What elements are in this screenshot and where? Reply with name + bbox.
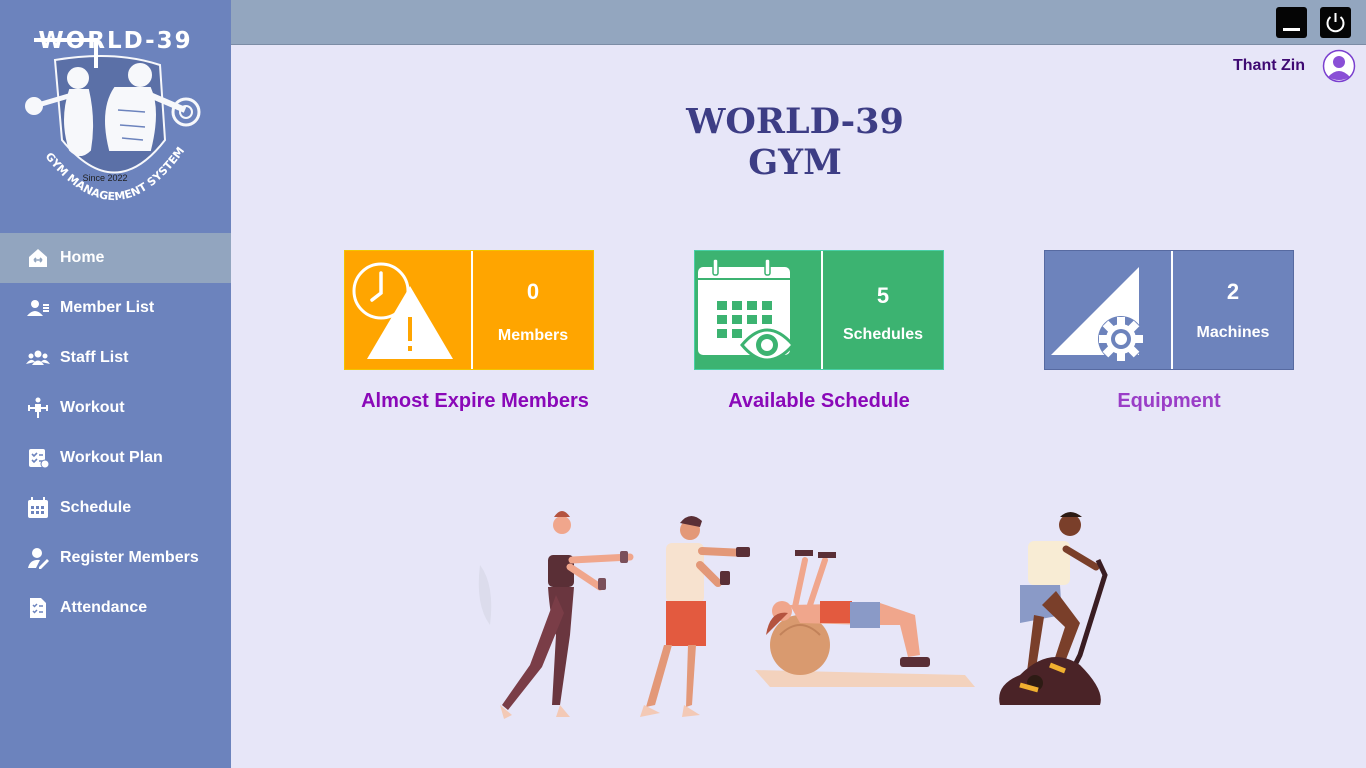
sidebar-item-label: Member List <box>60 299 155 316</box>
sidebar-item-member-list[interactable]: Member List <box>0 283 231 333</box>
register-members-icon <box>25 545 51 571</box>
sidebar-item-register-members[interactable]: Register Members <box>0 533 231 583</box>
available-schedule-caption[interactable]: Available Schedule <box>694 390 944 413</box>
sidebar-item-staff-list[interactable]: Staff List <box>0 333 231 383</box>
user-name[interactable]: Thant Zin <box>1233 57 1305 75</box>
home-icon <box>25 245 51 271</box>
woman-on-exercise-ball-figure <box>755 550 975 687</box>
member-list-icon <box>25 295 51 321</box>
sidebar-item-label: Workout <box>60 399 125 416</box>
sidebar-item-label: Attendance <box>60 599 148 616</box>
calendar-eye-icon <box>695 251 821 369</box>
fitness-illustration <box>478 511 1108 719</box>
schedule-label: Schedules <box>842 326 924 343</box>
sidebar-item-workout-plan[interactable]: Workout Plan <box>0 433 231 483</box>
available-schedule-stat: 5 Schedules <box>823 251 943 369</box>
sidebar-item-attendance[interactable]: Attendance <box>0 583 231 633</box>
sidebar-item-workout[interactable]: Workout <box>0 383 231 433</box>
minimize-icon <box>1283 28 1300 31</box>
woman-exercising-figure <box>500 511 634 719</box>
equipment-label: Machines <box>1196 324 1270 341</box>
schedule-count: 5 <box>876 283 890 308</box>
almost-expire-label: Members <box>497 327 569 344</box>
top-bar <box>231 0 1366 45</box>
sidebar: GYM MANAGEMENT SYSTEM WORLD-39 Since 202… <box>0 0 231 768</box>
logo-title: WORLD-39 <box>38 28 193 54</box>
sidebar-item-label: Staff List <box>60 349 129 366</box>
workout-icon <box>25 395 51 421</box>
equipment-card[interactable]: 2 Machines <box>1044 250 1294 370</box>
equipment-stat: 2 Machines <box>1173 251 1293 369</box>
schedule-icon <box>25 495 51 521</box>
ramp-gear-icon <box>1045 251 1171 369</box>
almost-expire-caption[interactable]: Almost Expire Members <box>344 390 606 413</box>
gym-logo: GYM MANAGEMENT SYSTEM WORLD-39 Since 202… <box>0 0 231 233</box>
sidebar-item-home[interactable]: Home <box>0 233 231 283</box>
user-avatar-icon[interactable] <box>1322 49 1356 83</box>
power-button[interactable] <box>1320 7 1351 38</box>
minimize-button[interactable] <box>1276 7 1307 38</box>
sidebar-item-label: Workout Plan <box>60 449 163 466</box>
almost-expire-count: 0 <box>526 279 540 304</box>
clock-warning-icon <box>345 251 471 369</box>
page-title: WORLD-39 GYM <box>686 101 904 183</box>
attendance-icon <box>25 595 51 621</box>
sidebar-nav: Home Member List Staff List Workout Work… <box>0 233 231 633</box>
staff-list-icon <box>25 345 51 371</box>
sidebar-item-label: Home <box>60 249 105 266</box>
man-exercising-figure <box>640 515 750 717</box>
logo-since-text: Since 2022 <box>82 173 128 183</box>
equipment-count: 2 <box>1226 279 1240 304</box>
almost-expire-members-card[interactable]: 0 Members <box>344 250 594 370</box>
sidebar-item-schedule[interactable]: Schedule <box>0 483 231 533</box>
available-schedule-card[interactable]: 5 Schedules <box>694 250 944 370</box>
sidebar-item-label: Register Members <box>60 549 199 566</box>
workout-plan-icon <box>25 445 51 471</box>
equipment-caption[interactable]: Equipment <box>1044 390 1294 413</box>
power-icon <box>1326 13 1345 33</box>
almost-expire-stat: 0 Members <box>473 251 593 369</box>
sidebar-item-label: Schedule <box>60 499 132 516</box>
man-on-exercise-bike-figure <box>999 512 1108 705</box>
